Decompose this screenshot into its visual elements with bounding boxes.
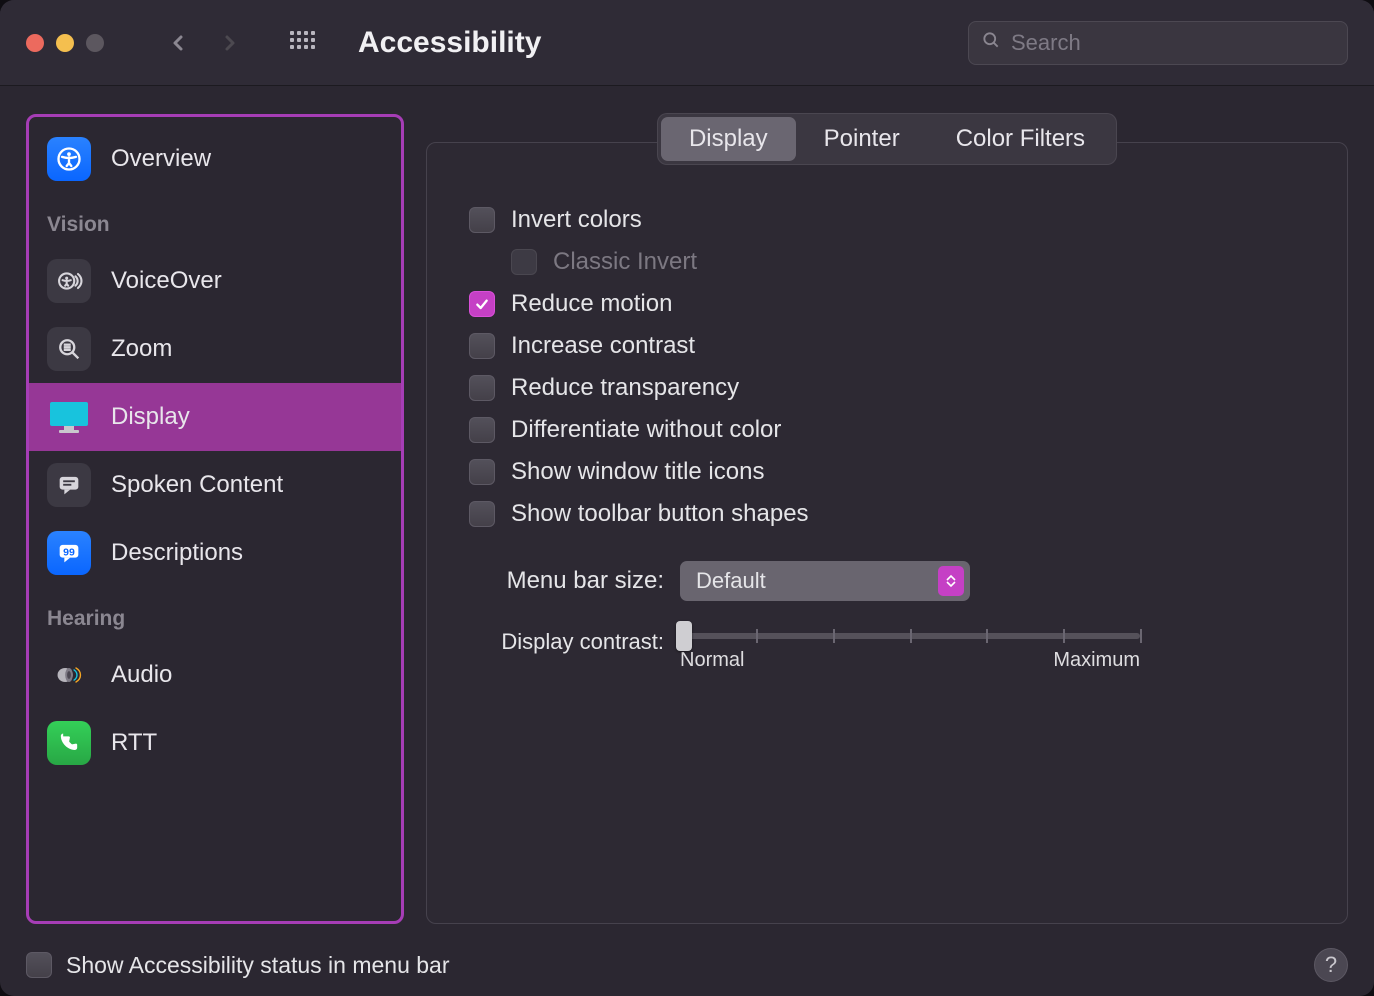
sidebar-item-label: RTT — [111, 729, 157, 757]
show-all-prefs-button[interactable] — [290, 31, 314, 55]
option-label: Reduce transparency — [511, 374, 739, 402]
window-title: Accessibility — [358, 26, 541, 60]
sidebar-item-label: Overview — [111, 145, 211, 173]
zoom-window-button[interactable] — [86, 34, 104, 52]
descriptions-icon: 99 — [47, 531, 91, 575]
slider-thumb[interactable] — [676, 621, 692, 651]
select-value: Default — [696, 568, 766, 594]
checkbox-reduce-transparency[interactable] — [469, 375, 495, 401]
sidebar-item-label: Audio — [111, 661, 172, 689]
svg-text:99: 99 — [63, 546, 75, 558]
option-label: Reduce motion — [511, 290, 672, 318]
zoom-icon — [47, 327, 91, 371]
help-button[interactable]: ? — [1314, 948, 1348, 982]
checkbox-toolbar-shapes[interactable] — [469, 501, 495, 527]
checkbox-window-title-icons[interactable] — [469, 459, 495, 485]
sidebar-item-label: Descriptions — [111, 539, 243, 567]
tab-color-filters[interactable]: Color Filters — [928, 117, 1113, 161]
help-icon: ? — [1325, 952, 1337, 978]
option-label: Classic Invert — [553, 248, 697, 276]
sidebar-item-label: Zoom — [111, 335, 172, 363]
checkbox-increase-contrast[interactable] — [469, 333, 495, 359]
option-reduce-motion[interactable]: Reduce motion — [469, 283, 1305, 325]
option-label: Show window title icons — [511, 458, 764, 486]
titlebar: Accessibility — [0, 0, 1374, 86]
footer-label: Show Accessibility status in menu bar — [66, 952, 450, 979]
menu-bar-size-label: Menu bar size: — [469, 567, 664, 595]
search-field[interactable] — [968, 21, 1348, 65]
audio-icon — [47, 653, 91, 697]
slider-max-label: Maximum — [1053, 649, 1140, 672]
sidebar-item-overview[interactable]: Overview — [29, 117, 401, 193]
nav-arrows — [166, 31, 242, 55]
menu-bar-size-row: Menu bar size: Default — [469, 561, 1305, 601]
menu-bar-size-select[interactable]: Default — [680, 561, 970, 601]
sidebar-section-header-hearing: Hearing — [29, 587, 401, 641]
sidebar-item-audio[interactable]: Audio — [29, 641, 401, 709]
display-icon — [47, 395, 91, 439]
display-contrast-row: Display contrast: — [469, 627, 1305, 672]
display-contrast-slider[interactable]: Normal Maximum — [680, 627, 1140, 672]
accessibility-icon — [47, 137, 91, 181]
minimize-window-button[interactable] — [56, 34, 74, 52]
sidebar-item-spoken-content[interactable]: Spoken Content — [29, 451, 401, 519]
sidebar-section-header-vision: Vision — [29, 193, 401, 247]
option-label: Show toolbar button shapes — [511, 500, 809, 528]
checkbox-classic-invert — [511, 249, 537, 275]
footer: Show Accessibility status in menu bar ? — [0, 942, 1374, 996]
option-invert-colors[interactable]: Invert colors — [469, 199, 1305, 241]
option-differentiate-color[interactable]: Differentiate without color — [469, 409, 1305, 451]
sidebar: Overview Vision VoiceOver Zoom — [26, 114, 404, 924]
select-stepper-icon — [938, 566, 964, 596]
option-label: Invert colors — [511, 206, 642, 234]
option-toolbar-shapes[interactable]: Show toolbar button shapes — [469, 493, 1305, 535]
option-window-title-icons[interactable]: Show window title icons — [469, 451, 1305, 493]
sidebar-item-label: Display — [111, 403, 190, 431]
sidebar-item-label: VoiceOver — [111, 267, 222, 295]
search-input[interactable] — [1011, 30, 1335, 56]
tab-display[interactable]: Display — [661, 117, 796, 161]
checkbox-invert-colors[interactable] — [469, 207, 495, 233]
checkbox-differentiate-color[interactable] — [469, 417, 495, 443]
back-button[interactable] — [166, 31, 190, 55]
checkbox-reduce-motion[interactable] — [469, 291, 495, 317]
option-increase-contrast[interactable]: Increase contrast — [469, 325, 1305, 367]
option-classic-invert: Classic Invert — [511, 241, 1305, 283]
traffic-lights — [26, 34, 104, 52]
sidebar-item-display[interactable]: Display — [29, 383, 401, 451]
sidebar-item-voiceover[interactable]: VoiceOver — [29, 247, 401, 315]
body: Overview Vision VoiceOver Zoom — [0, 86, 1374, 942]
close-window-button[interactable] — [26, 34, 44, 52]
display-contrast-label: Display contrast: — [469, 627, 664, 655]
tab-bar: Display Pointer Color Filters — [658, 114, 1116, 164]
rtt-icon — [47, 721, 91, 765]
sidebar-item-rtt[interactable]: RTT — [29, 709, 401, 777]
option-reduce-transparency[interactable]: Reduce transparency — [469, 367, 1305, 409]
voiceover-icon — [47, 259, 91, 303]
display-options-panel: Invert colors Classic Invert Reduce moti… — [426, 142, 1348, 924]
option-label: Differentiate without color — [511, 416, 781, 444]
sidebar-item-label: Spoken Content — [111, 471, 283, 499]
checkbox-show-status-menubar[interactable] — [26, 952, 52, 978]
search-icon — [981, 30, 1001, 56]
slider-min-label: Normal — [680, 649, 744, 672]
sidebar-item-descriptions[interactable]: 99 Descriptions — [29, 519, 401, 587]
forward-button[interactable] — [218, 31, 242, 55]
spoken-content-icon — [47, 463, 91, 507]
tab-pointer[interactable]: Pointer — [796, 117, 928, 161]
sidebar-item-zoom[interactable]: Zoom — [29, 315, 401, 383]
accessibility-window: Accessibility Overview Vision — [0, 0, 1374, 996]
option-label: Increase contrast — [511, 332, 695, 360]
main-panel: Display Pointer Color Filters Invert col… — [426, 114, 1348, 924]
